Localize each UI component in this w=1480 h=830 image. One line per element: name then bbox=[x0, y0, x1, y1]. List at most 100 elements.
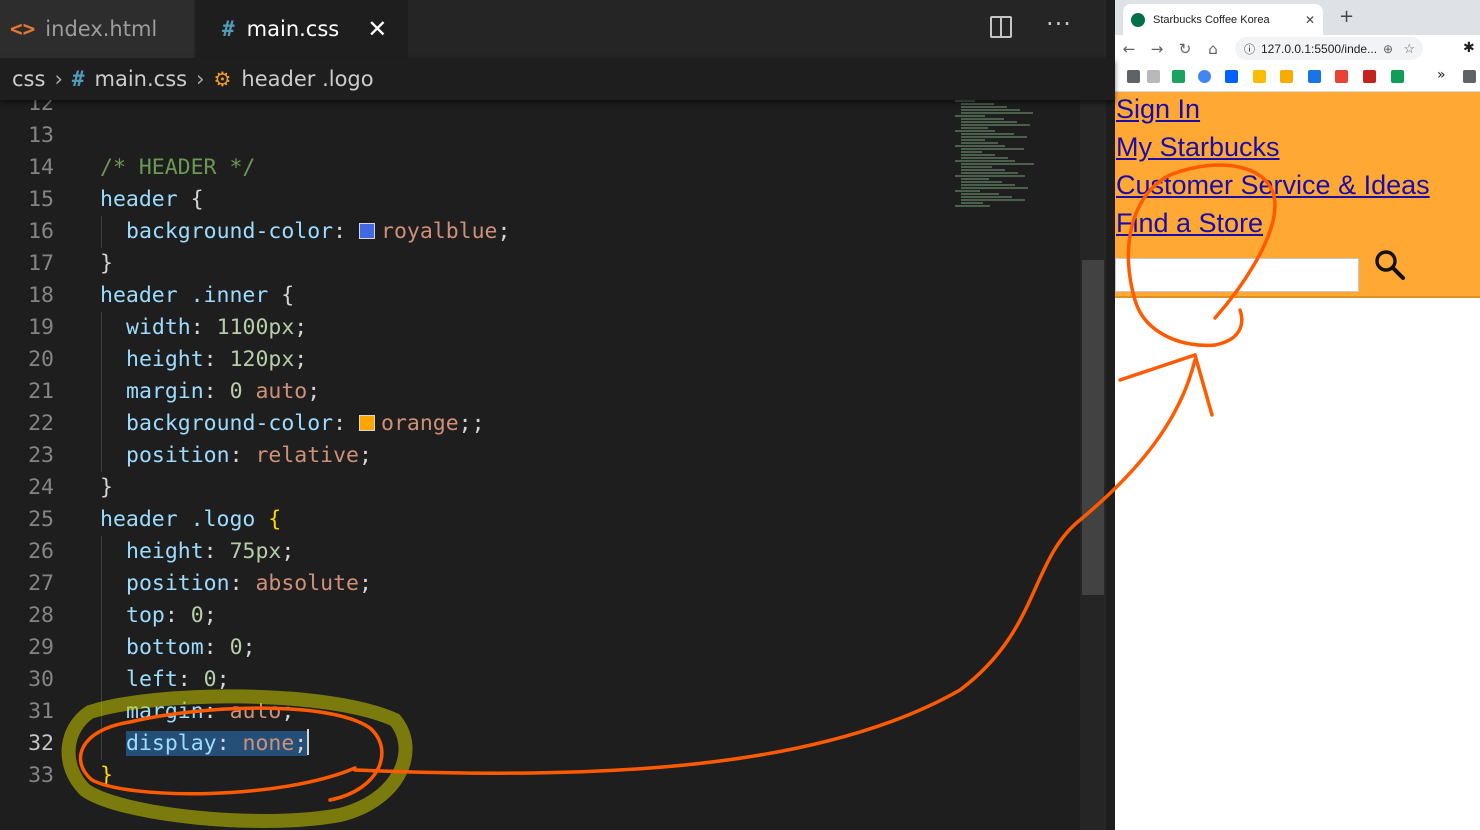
code-line[interactable]: 12 bbox=[0, 100, 1080, 120]
code-semicolon: ; bbox=[294, 347, 308, 372]
more-bookmarks-icon[interactable]: » bbox=[1437, 67, 1446, 83]
extensions-icon[interactable]: ✱ bbox=[1463, 40, 1475, 56]
close-icon[interactable]: ✕ bbox=[1305, 13, 1315, 27]
code-line[interactable]: 22 background-color: orange;; bbox=[0, 408, 1080, 440]
code-line[interactable]: 29 bottom: 0; bbox=[0, 632, 1080, 664]
line-number: 25 bbox=[28, 507, 54, 532]
link-my-starbucks[interactable]: My Starbucks bbox=[1116, 132, 1280, 163]
minimap-line bbox=[955, 175, 1025, 177]
code-line[interactable]: 19 width: 1100px; bbox=[0, 312, 1080, 344]
code-line[interactable]: 16 background-color: royalblue; bbox=[0, 216, 1080, 248]
code-punct: : bbox=[190, 315, 217, 340]
code-line[interactable]: 30 left: 0; bbox=[0, 664, 1080, 696]
apps-icon[interactable] bbox=[1127, 70, 1140, 83]
color-swatch-icon[interactable] bbox=[359, 415, 375, 431]
code-line[interactable]: 20 height: 120px; bbox=[0, 344, 1080, 376]
split-divider[interactable] bbox=[1106, 0, 1115, 830]
bookmarks-bar: » bbox=[1115, 63, 1480, 92]
color-swatch-icon[interactable] bbox=[359, 223, 375, 239]
minimap[interactable] bbox=[955, 100, 1080, 210]
breadcrumb-folder[interactable]: css bbox=[12, 67, 45, 91]
back-icon[interactable]: ← bbox=[1115, 40, 1143, 58]
new-tab-button[interactable]: + bbox=[1339, 6, 1354, 27]
minimap-line bbox=[955, 130, 995, 132]
address-bar[interactable]: ⓘ 127.0.0.1:5500/inde... ⊕ ☆ bbox=[1235, 37, 1423, 60]
code-line[interactable]: 25 header .logo { bbox=[0, 504, 1080, 536]
bookmark-star-icon[interactable]: ☆ bbox=[1403, 41, 1415, 57]
search-icon[interactable] bbox=[1373, 248, 1407, 282]
line-number: 24 bbox=[28, 475, 54, 500]
browser-toolbar: ← → ↻ ⌂ ⓘ 127.0.0.1:5500/inde... ⊕ ☆ ✱ bbox=[1115, 35, 1480, 62]
code-text: margin: 0 auto; bbox=[126, 376, 320, 408]
editor-scrollbar[interactable] bbox=[1080, 100, 1106, 830]
code-line[interactable]: 33} bbox=[0, 760, 1080, 792]
close-icon[interactable]: ✕ bbox=[367, 15, 387, 43]
code-semicolon: ; bbox=[294, 731, 308, 756]
css-value: royalblue bbox=[381, 219, 498, 244]
code-line[interactable]: 14 /* HEADER */ bbox=[0, 152, 1080, 184]
css-value: relative bbox=[255, 443, 360, 468]
forward-icon[interactable]: → bbox=[1143, 40, 1171, 58]
code-line[interactable]: 27 position: absolute; bbox=[0, 568, 1080, 600]
code-area[interactable]: 12 13 14/* HEADER */15 header {16 background… bbox=[0, 100, 1080, 830]
code-line[interactable]: 31 margin: auto; bbox=[0, 696, 1080, 728]
code-text: header .inner { bbox=[100, 280, 294, 312]
code-line[interactable]: 21 margin: 0 auto; bbox=[0, 376, 1080, 408]
web-page: Sign In My Starbucks Customer Service & … bbox=[1115, 92, 1480, 830]
code-semicolon: ; bbox=[294, 315, 308, 340]
code-line[interactable]: 26 height: 75px; bbox=[0, 536, 1080, 568]
code-line[interactable]: 18 header .inner { bbox=[0, 280, 1080, 312]
bookmark-icon[interactable] bbox=[1308, 70, 1321, 83]
gmail-icon[interactable] bbox=[1335, 70, 1348, 83]
bookmark-icon[interactable] bbox=[1172, 70, 1185, 83]
split-editor-icon[interactable] bbox=[990, 16, 1012, 38]
code-text: bottom: 0; bbox=[126, 632, 255, 664]
link-sign-in[interactable]: Sign In bbox=[1116, 94, 1200, 125]
folder-icon[interactable] bbox=[1463, 70, 1476, 83]
css-file-icon: # bbox=[71, 67, 85, 91]
css-property: display bbox=[126, 731, 217, 756]
info-icon[interactable]: ⓘ bbox=[1244, 41, 1255, 57]
search-input[interactable] bbox=[1115, 258, 1359, 292]
code-line[interactable]: 24} bbox=[0, 472, 1080, 504]
code-text: left: 0; bbox=[126, 664, 230, 696]
code-line[interactable]: 15 header { bbox=[0, 184, 1080, 216]
minimap-line bbox=[961, 148, 1024, 150]
zoom-icon[interactable]: ⊕ bbox=[1383, 42, 1393, 56]
sheets-icon[interactable] bbox=[1391, 70, 1404, 83]
minimap-line bbox=[955, 100, 975, 102]
breadcrumb-symbol[interactable]: header .logo bbox=[241, 67, 373, 91]
code-brace: } bbox=[100, 251, 113, 276]
tab-main-css[interactable]: # main.css ✕ bbox=[196, 0, 408, 58]
minimap-line bbox=[955, 115, 985, 117]
link-find-a-store[interactable]: Find a Store bbox=[1116, 208, 1263, 239]
scrollbar-thumb[interactable] bbox=[1082, 260, 1104, 595]
line-number: 32 bbox=[28, 731, 54, 756]
tab-index-html[interactable]: <> index.html bbox=[0, 0, 194, 58]
bookmark-icon[interactable] bbox=[1147, 70, 1160, 83]
minimap-line bbox=[955, 205, 990, 207]
css-property: top bbox=[126, 603, 165, 628]
breadcrumb-file[interactable]: main.css bbox=[95, 67, 188, 91]
code-line[interactable]: 28 top: 0; bbox=[0, 600, 1080, 632]
browser-tab[interactable]: Starbucks Coffee Korea ✕ bbox=[1123, 4, 1323, 35]
code-punct: : bbox=[164, 603, 191, 628]
code-line[interactable]: 13 bbox=[0, 120, 1080, 152]
code-line[interactable]: 32 display: none; bbox=[0, 728, 1080, 760]
home-icon[interactable]: ⌂ bbox=[1199, 40, 1227, 58]
reload-icon[interactable]: ↻ bbox=[1171, 40, 1199, 58]
code-editor: <> index.html # main.css ✕ ··· css › # m… bbox=[0, 0, 1115, 830]
more-actions-icon[interactable]: ··· bbox=[1046, 10, 1072, 38]
code-text: header { bbox=[100, 184, 204, 216]
drive-icon[interactable] bbox=[1253, 70, 1266, 83]
google-icon[interactable] bbox=[1198, 70, 1211, 83]
minimap-line bbox=[961, 106, 1007, 108]
link-customer-service[interactable]: Customer Service & Ideas bbox=[1116, 170, 1430, 201]
code-punct: : bbox=[229, 443, 256, 468]
code-line[interactable]: 17} bbox=[0, 248, 1080, 280]
dropbox-icon[interactable] bbox=[1225, 70, 1238, 83]
gmail-icon[interactable] bbox=[1363, 70, 1376, 83]
indent-guide bbox=[101, 216, 102, 248]
bookmark-icon[interactable] bbox=[1280, 70, 1293, 83]
code-line[interactable]: 23 position: relative; bbox=[0, 440, 1080, 472]
